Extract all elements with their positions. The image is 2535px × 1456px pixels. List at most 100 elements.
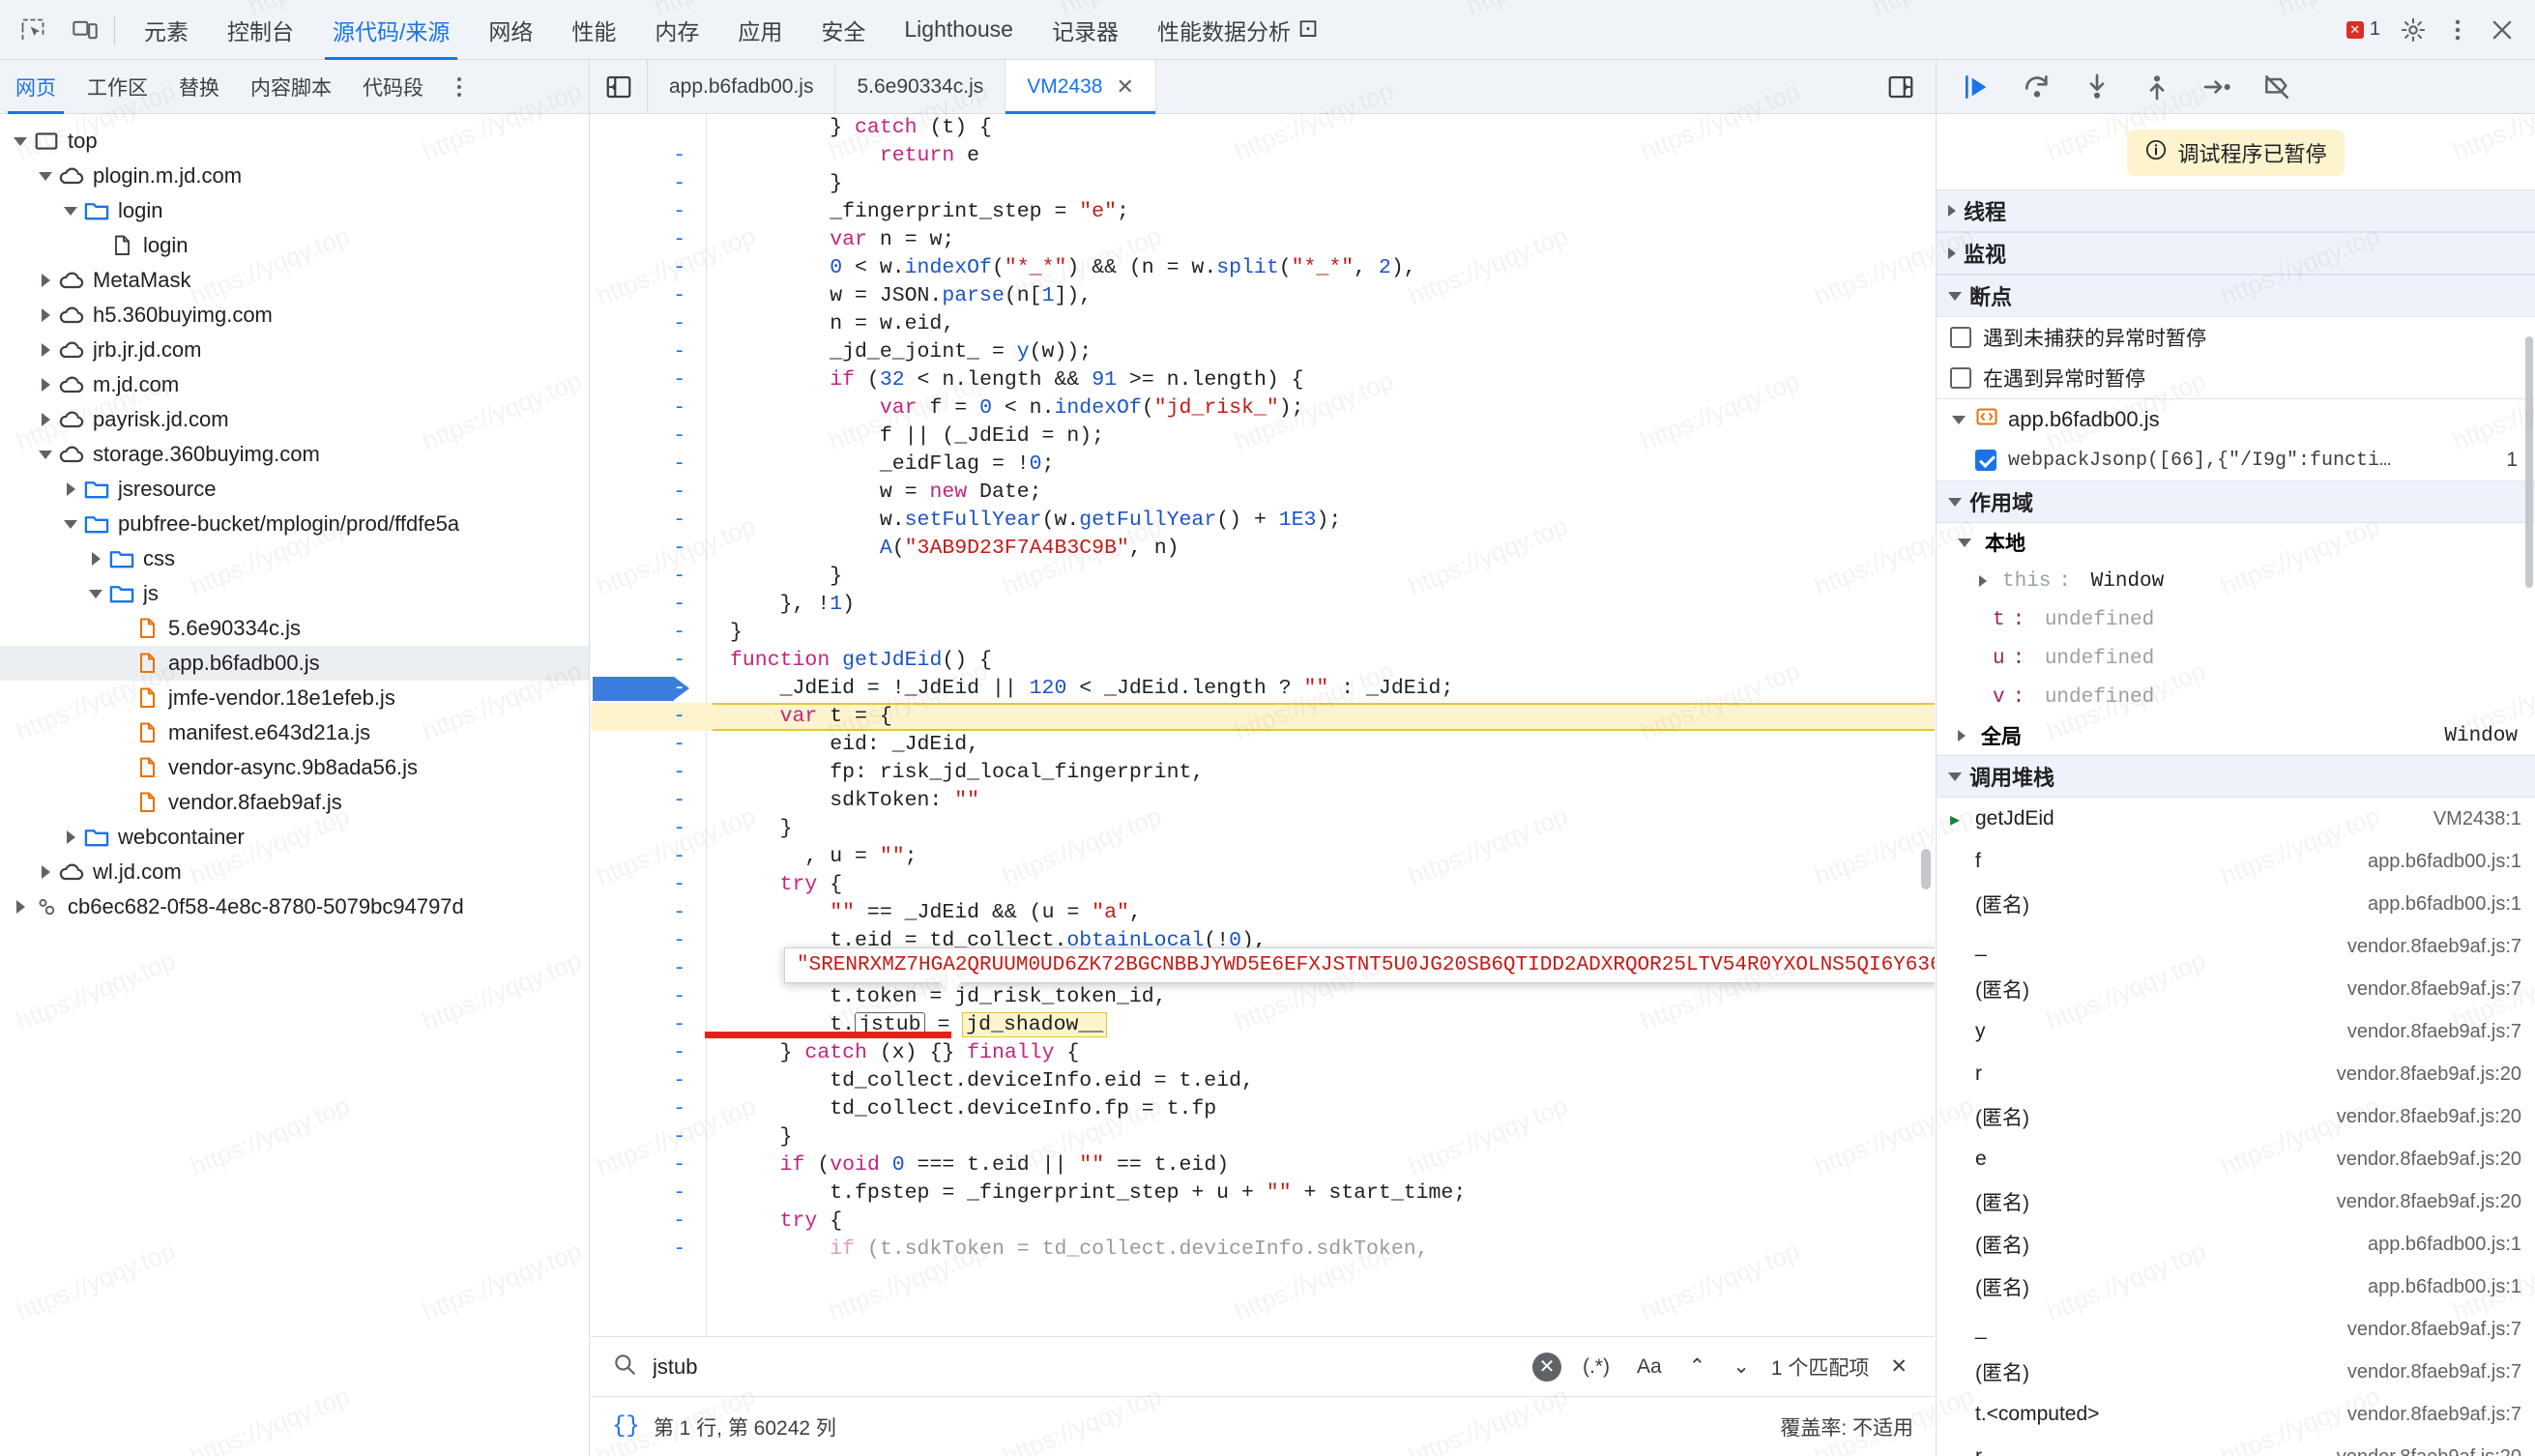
device-toolbar-icon[interactable] xyxy=(66,11,104,49)
error-count-badge[interactable]: ✕ 1 xyxy=(2339,18,2388,41)
subtab-workspace[interactable]: 工作区 xyxy=(72,60,163,114)
call-stack-row[interactable]: (匿名) app.b6fadb00.js:1 xyxy=(1937,1223,2535,1266)
step-button[interactable] xyxy=(2200,70,2234,104)
tree-item-jsresource[interactable]: jsresource xyxy=(0,472,589,507)
call-stack-row[interactable]: ▸ getJdEid VM2438:1 xyxy=(1937,798,2535,840)
breakpoint-row[interactable]: webpackJsonp([66],{"/I9g":functi… 1 xyxy=(1937,440,2535,480)
more-options-icon[interactable] xyxy=(2438,11,2477,49)
tab-memory[interactable]: 内存 xyxy=(635,0,718,60)
tree-caret[interactable] xyxy=(10,900,31,914)
line-marker[interactable]: - xyxy=(591,254,707,282)
subtab-snippets[interactable]: 代码段 xyxy=(347,60,439,114)
code-line[interactable]: - td_collect.deviceInfo.fp = t.fp xyxy=(591,1095,1935,1123)
call-stack-row[interactable]: r vendor.8faeb9af.js:20 xyxy=(1937,1436,2535,1456)
tree-item-css[interactable]: css xyxy=(0,541,589,576)
code-line[interactable]: - , u = ""; xyxy=(591,843,1935,871)
line-marker[interactable]: - xyxy=(591,1208,707,1236)
checkbox[interactable] xyxy=(1975,450,1996,471)
line-marker[interactable]: - xyxy=(591,563,707,591)
chevron-down-icon[interactable] xyxy=(64,206,77,216)
tree-caret[interactable] xyxy=(35,413,56,426)
code-line[interactable]: - } catch (x) {} finally { xyxy=(591,1039,1935,1067)
call-stack-row[interactable]: _ vendor.8faeb9af.js:7 xyxy=(1937,925,2535,968)
code-line[interactable]: - _JdEid = !_JdEid || 120 < _JdEid.lengt… xyxy=(591,675,1935,703)
chevron-right-icon[interactable] xyxy=(41,308,50,322)
tree-item-metamask[interactable]: MetaMask xyxy=(0,263,589,298)
file-tab-5-6e90334c[interactable]: 5.6e90334c.js xyxy=(835,60,1006,114)
chevron-down-icon[interactable] xyxy=(14,136,27,146)
line-marker[interactable]: - xyxy=(591,226,707,254)
code-line[interactable]: - if (t.sdkToken = td_collect.deviceInfo… xyxy=(591,1236,1935,1264)
line-marker[interactable]: - xyxy=(591,1236,707,1264)
chevron-right-icon[interactable] xyxy=(41,413,50,426)
code-line[interactable]: - return e xyxy=(591,142,1935,170)
line-marker[interactable]: - xyxy=(591,731,707,759)
tree-caret[interactable] xyxy=(35,171,56,181)
code-line[interactable]: - } xyxy=(591,815,1935,843)
line-marker[interactable]: - xyxy=(591,422,707,451)
tab-console[interactable]: 控制台 xyxy=(208,0,313,60)
chevron-right-icon[interactable] xyxy=(41,343,50,357)
line-marker[interactable]: - xyxy=(591,927,707,955)
tree-caret[interactable] xyxy=(35,378,56,392)
code-line[interactable]: - "" == _JdEid && (u = "a", xyxy=(591,899,1935,927)
section-breakpoints[interactable]: 断点 xyxy=(1937,275,2535,317)
tree-caret[interactable] xyxy=(60,519,81,529)
line-marker[interactable]: - xyxy=(591,170,707,198)
step-over-button[interactable] xyxy=(2020,70,2054,104)
clear-search-icon[interactable]: ✕ xyxy=(1531,1352,1561,1382)
code-line[interactable]: - _eidFlag = !0; xyxy=(591,451,1935,479)
search-next-button[interactable]: ⌄ xyxy=(1727,1354,1756,1379)
file-tab-app[interactable]: app.b6fadb00.js xyxy=(648,60,836,114)
scope-entry-u[interactable]: u: undefined xyxy=(1937,639,2535,678)
code-line[interactable]: - w = JSON.parse(n[1]), xyxy=(591,282,1935,310)
step-into-button[interactable] xyxy=(2080,70,2114,104)
line-marker[interactable]: - xyxy=(591,591,707,619)
line-marker[interactable]: - xyxy=(591,338,707,366)
close-tab-icon[interactable]: ✕ xyxy=(1116,74,1133,100)
search-prev-button[interactable]: ⌃ xyxy=(1683,1354,1712,1379)
nav-more-icon[interactable] xyxy=(445,76,474,97)
checkbox[interactable] xyxy=(1950,367,1971,389)
scope-entry-v[interactable]: v: undefined xyxy=(1937,678,2535,716)
tree-caret[interactable] xyxy=(60,482,81,496)
call-stack-row[interactable]: (匿名) vendor.8faeb9af.js:20 xyxy=(1937,1180,2535,1223)
line-marker[interactable]: - xyxy=(591,198,707,226)
subtab-overrides[interactable]: 替换 xyxy=(163,60,235,114)
gear-icon[interactable] xyxy=(2394,11,2433,49)
code-line-highlighted[interactable]: - var t = { xyxy=(591,703,1935,731)
code-line[interactable]: - try { xyxy=(591,1208,1935,1236)
call-stack-row[interactable]: r vendor.8faeb9af.js:20 xyxy=(1937,1053,2535,1095)
code-line[interactable]: - if (void 0 === t.eid || "" == t.eid) xyxy=(591,1151,1935,1179)
tab-performance-insights[interactable]: 性能数据分析 ⚀ xyxy=(1138,0,1337,60)
resume-button[interactable] xyxy=(1960,70,1995,104)
tree-item-webcontainer[interactable]: webcontainer xyxy=(0,820,589,855)
line-marker[interactable]: - xyxy=(591,759,707,787)
line-marker[interactable]: - xyxy=(591,366,707,394)
call-stack-row[interactable]: t.<computed> vendor.8faeb9af.js:7 xyxy=(1937,1393,2535,1436)
tree-item-manifest-e643d21a-js[interactable]: manifest.e643d21a.js xyxy=(0,715,589,750)
code-line[interactable]: - n = w.eid, xyxy=(591,310,1935,338)
chevron-right-icon[interactable] xyxy=(91,552,101,566)
tree-item-h5-360buyimg-com[interactable]: h5.360buyimg.com xyxy=(0,298,589,333)
chevron-right-icon[interactable] xyxy=(41,274,50,287)
tree-caret[interactable] xyxy=(10,136,31,146)
chevron-right-icon[interactable] xyxy=(15,900,25,914)
call-stack-row[interactable]: f app.b6fadb00.js:1 xyxy=(1937,840,2535,883)
tab-elements[interactable]: 元素 xyxy=(125,0,208,60)
chevron-right-icon[interactable] xyxy=(41,378,50,392)
code-line[interactable]: - td_collect.deviceInfo.eid = t.eid, xyxy=(591,1067,1935,1095)
tree-caret[interactable] xyxy=(85,552,106,566)
tab-network[interactable]: 网络 xyxy=(469,0,552,60)
line-marker[interactable]: - xyxy=(591,1011,707,1039)
call-stack-row[interactable]: (匿名) app.b6fadb00.js:1 xyxy=(1937,1266,2535,1308)
tree-caret[interactable] xyxy=(85,589,106,598)
line-marker[interactable]: - xyxy=(591,703,707,731)
tree-item-js[interactable]: js xyxy=(0,576,589,611)
chevron-right-icon[interactable] xyxy=(66,482,75,496)
line-marker[interactable]: - xyxy=(591,899,707,927)
scope-local-header[interactable]: 本地 xyxy=(1937,523,2535,562)
line-marker[interactable]: - xyxy=(591,983,707,1011)
close-search-icon[interactable]: ✕ xyxy=(1884,1354,1913,1379)
call-stack-row[interactable]: (匿名) vendor.8faeb9af.js:7 xyxy=(1937,968,2535,1010)
